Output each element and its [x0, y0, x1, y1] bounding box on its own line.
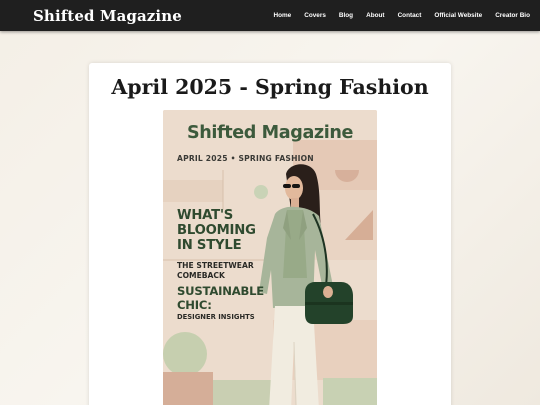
cover-shape-block: [213, 380, 273, 405]
top-navbar: Shifted Magazine Home Covers Blog About …: [0, 0, 540, 31]
cover-headline-line: IN STYLE: [177, 238, 242, 253]
cover-masthead: Shifted Magazine: [186, 123, 354, 143]
cover-subheadline-line: CHIC:: [177, 297, 212, 312]
site-title[interactable]: Shifted Magazine: [33, 7, 182, 25]
cover-subheadline-line: THE STREETWEAR: [177, 261, 254, 270]
nav-link-blog[interactable]: Blog: [339, 12, 353, 19]
nav-link-official-website[interactable]: Official Website: [434, 12, 482, 19]
cover-subheadline-line: COMEBACK: [177, 271, 225, 280]
nav-link-contact[interactable]: Contact: [398, 12, 422, 19]
cover-subheadline-designer: DESIGNER INSIGHTS: [177, 313, 255, 321]
nav-link-about[interactable]: About: [366, 12, 384, 19]
cover-headline: WHAT'S BLOOMING IN STYLE: [177, 208, 277, 253]
cover-subheadline-streetwear: THE STREETWEAR COMEBACK: [177, 261, 267, 281]
nav-link-covers[interactable]: Covers: [304, 12, 326, 19]
nav-menu: Home Covers Blog About Contact Official …: [260, 12, 530, 19]
cover-subheadline-sustainable: SUSTAINABLE CHIC:: [177, 284, 273, 312]
cover-headline-line: BLOOMING: [177, 223, 256, 238]
nav-link-creator-bio[interactable]: Creator Bio: [495, 12, 530, 19]
cover-shape-block: [323, 378, 377, 405]
cover-shape-block: [163, 180, 223, 202]
cover-shape-block: [163, 372, 213, 405]
magazine-cover-image: Shifted Magazine APRIL 2025 • SPRING FAS…: [163, 110, 377, 405]
page-title: April 2025 - Spring Fashion: [111, 75, 429, 99]
cover-shape-circle: [163, 332, 207, 376]
nav-link-home[interactable]: Home: [273, 12, 291, 19]
cover-subheadline-line: SUSTAINABLE: [177, 284, 265, 298]
cover-shape-dot: [254, 185, 268, 199]
cover-headline-line: WHAT'S: [177, 208, 234, 223]
cover-issue-line: APRIL 2025 • SPRING FASHION: [177, 154, 314, 163]
